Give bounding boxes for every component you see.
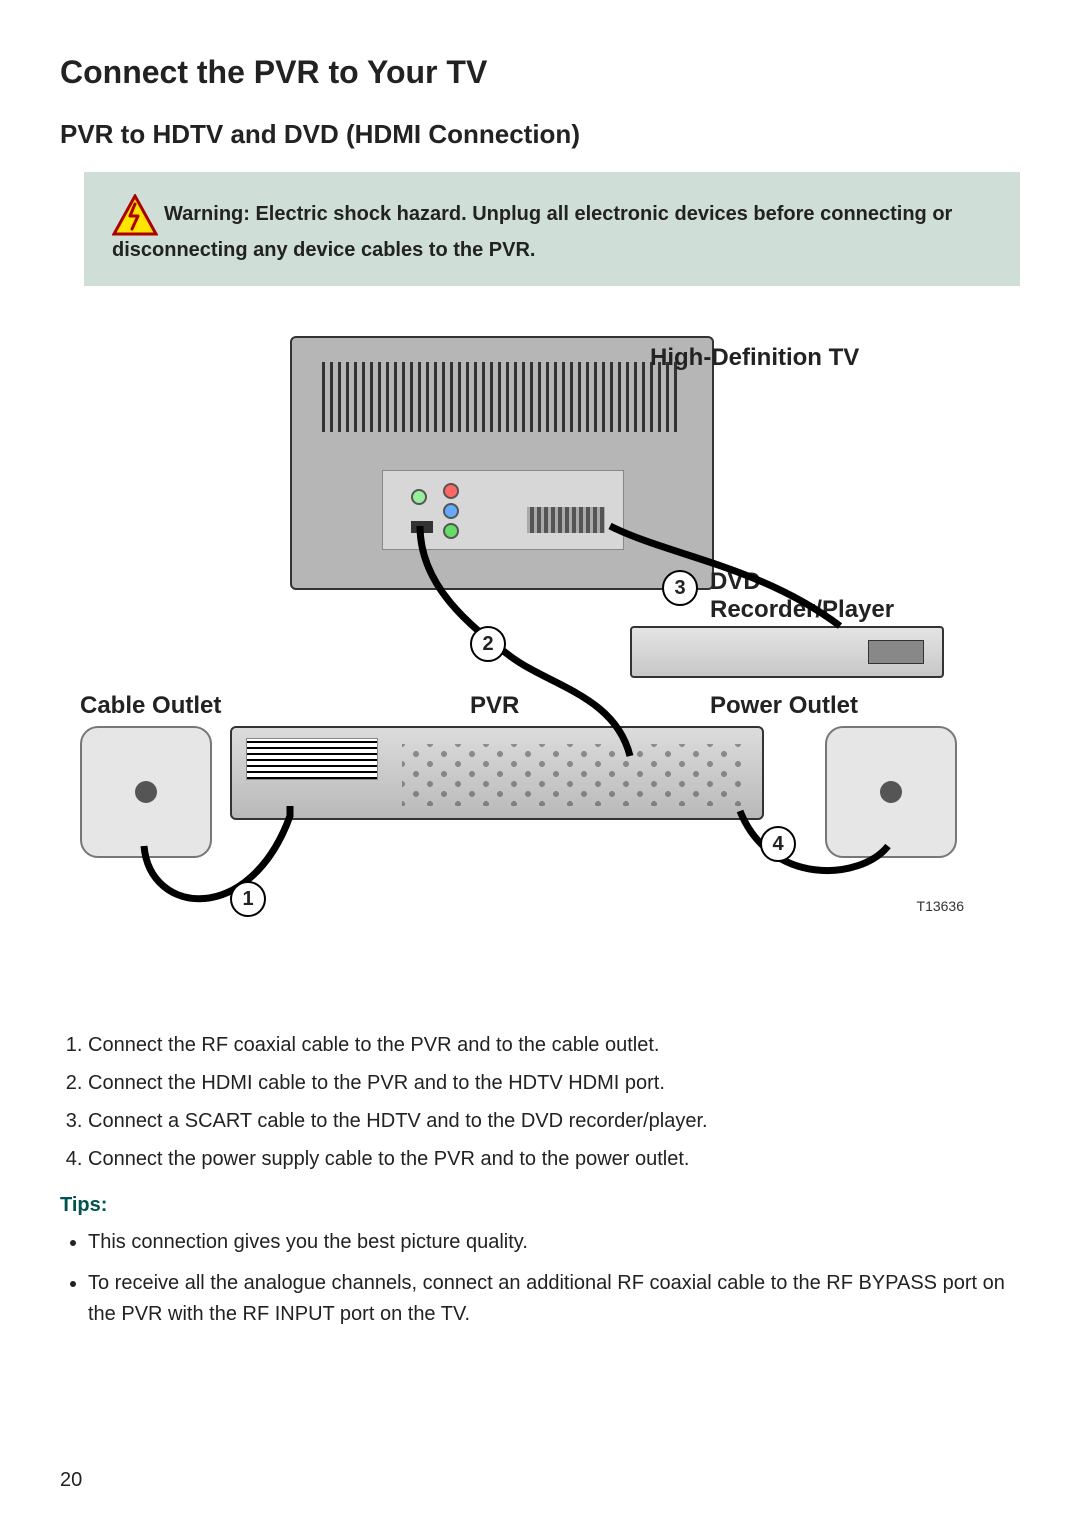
pvr-device [230,726,764,820]
step-badge-2: 2 [470,626,506,662]
step-item: Connect the RF coaxial cable to the PVR … [88,1026,1020,1064]
page-title: Connect the PVR to Your TV [60,54,1020,91]
step-item: Connect the HDMI cable to the PVR and to… [88,1064,1020,1102]
warning-callout: Warning: Electric shock hazard. Unplug a… [84,172,1020,286]
step-item: Connect a SCART cable to the HDTV and to… [88,1102,1020,1140]
steps-list: Connect the RF coaxial cable to the PVR … [60,1026,1020,1178]
tips-list: This connection gives you the best pictu… [60,1227,1020,1330]
tip-item: To receive all the analogue channels, co… [88,1268,1020,1330]
step-badge-3: 3 [662,570,698,606]
step-item: Connect the power supply cable to the PV… [88,1140,1020,1178]
step-badge-1: 1 [230,881,266,917]
cable-outlet-label: Cable Outlet [80,692,221,720]
dvd-label-line2: Recorder/Player [710,596,894,624]
warning-text: Warning: Electric shock hazard. Unplug a… [112,203,952,261]
page-number: 20 [60,1469,82,1492]
pvr-label: PVR [470,692,519,720]
cable-outlet [80,726,212,858]
tip-item: This connection gives you the best pictu… [88,1227,1020,1258]
warning-icon [112,194,158,236]
tips-heading: Tips: [60,1194,1020,1217]
figure-id: T13636 [917,898,964,914]
power-outlet [825,726,957,858]
dvd-device [630,626,944,678]
connection-diagram: High-Definition TV DVD Recorder/Player C… [70,326,1010,966]
hdtv-port-panel [382,470,624,550]
section-heading: PVR to HDTV and DVD (HDMI Connection) [60,119,1020,150]
power-outlet-label: Power Outlet [710,692,858,720]
hdtv-label: High-Definition TV [650,344,859,372]
step-badge-4: 4 [760,826,796,862]
dvd-label-line1: DVD [710,568,761,596]
hdtv-device [290,336,714,590]
